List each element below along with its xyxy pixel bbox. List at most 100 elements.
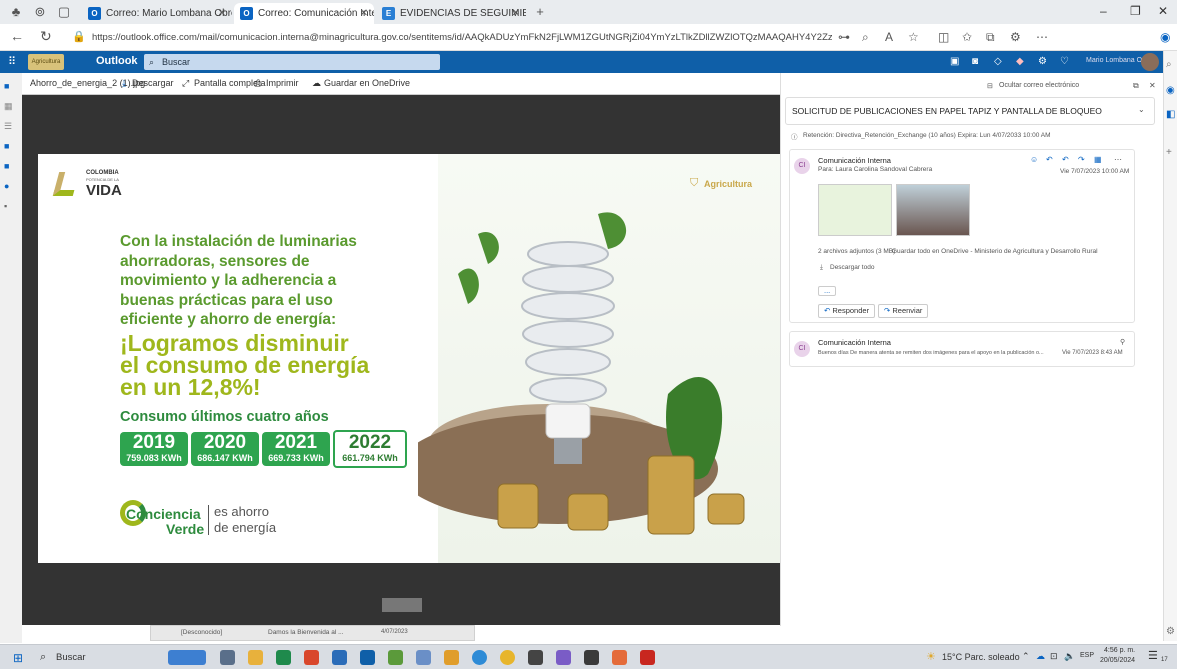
close-tab-icon[interactable]: ✕ <box>512 3 520 24</box>
excel-task-icon[interactable] <box>276 650 291 665</box>
volume-icon[interactable]: 🔈 <box>1064 651 1075 662</box>
download-icon[interactable]: ⤓ <box>122 78 126 89</box>
minimize-icon[interactable]: – <box>1100 4 1107 18</box>
meet-now-icon[interactable]: ▣ <box>950 56 959 67</box>
calendar-icon[interactable]: ▦ <box>4 101 17 111</box>
message-card-2[interactable]: CI Comunicación Interna Buenos días De m… <box>789 331 1135 367</box>
popout-icon[interactable]: ⧉ <box>1133 81 1139 91</box>
firefox-icon[interactable] <box>612 650 627 665</box>
refresh-icon[interactable]: ↻ <box>40 28 52 45</box>
copilot-icon[interactable]: ◉ <box>1160 30 1170 44</box>
more-icon[interactable]: ⋯ <box>1036 30 1048 44</box>
notifications-icon[interactable]: ◆ <box>1016 56 1024 67</box>
lock-icon[interactable]: 🔒 <box>72 30 86 43</box>
user-avatar[interactable] <box>1141 53 1159 71</box>
outlook-sidebar-icon[interactable]: ◧ <box>1166 109 1175 120</box>
clock-time[interactable]: 4:56 p. m. <box>1104 647 1135 654</box>
favorite-star-icon[interactable]: ☆ <box>908 30 919 44</box>
todo-icon[interactable]: ◇ <box>994 56 1002 67</box>
tab-actions-icon[interactable]: ▢ <box>56 4 72 20</box>
photos-icon[interactable] <box>388 650 403 665</box>
hide-email-icon[interactable]: ⊟ <box>987 82 993 90</box>
outlook-app-icon[interactable] <box>360 650 375 665</box>
powerpoint-task-icon[interactable] <box>304 650 319 665</box>
attachment-thumbnail-2[interactable] <box>896 184 970 236</box>
show-more-button[interactable]: ... <box>818 286 837 296</box>
image-thumbnail[interactable] <box>382 598 422 612</box>
app-icon[interactable] <box>584 650 599 665</box>
forward-button[interactable]: ↷ Reenviar <box>878 304 929 318</box>
message-card-1[interactable]: CI Comunicación Interna Para: Laura Caro… <box>789 149 1135 323</box>
restore-icon[interactable]: ❐ <box>1130 4 1141 18</box>
chrome-icon[interactable] <box>500 650 515 665</box>
workspaces-icon[interactable]: ⊚ <box>32 4 48 20</box>
edge-icon[interactable] <box>472 650 487 665</box>
expand-subject-icon[interactable]: ⌄ <box>1138 105 1145 114</box>
app-launcher-icon[interactable]: ⠿ <box>8 55 16 68</box>
taskbar-search[interactable]: Buscar <box>56 652 86 663</box>
network-icon[interactable]: ⊡ <box>1050 651 1058 662</box>
onedrive-tray-icon[interactable]: ☁ <box>1036 651 1045 662</box>
hide-email-button[interactable]: Ocultar correo electrónico <box>999 82 1079 89</box>
emoji-icon[interactable]: ☺ <box>1030 155 1038 164</box>
settings-icon[interactable]: ⚙ <box>1038 56 1047 67</box>
weather-text[interactable]: 15°C Parc. soleado <box>942 652 1020 662</box>
fullscreen-icon[interactable]: ⤢ <box>182 78 189 89</box>
word-task-icon[interactable] <box>332 650 347 665</box>
app-name[interactable]: Outlook <box>96 55 138 67</box>
tray-overflow-icon[interactable]: ⌃ <box>1022 651 1030 662</box>
close-tab-icon[interactable]: ✕ <box>360 3 368 24</box>
download-all[interactable]: Descargar todo <box>830 264 874 271</box>
add-sidebar-icon[interactable]: + <box>1166 147 1172 158</box>
word-icon[interactable]: ■ <box>4 141 17 151</box>
taskbar-search-icon[interactable]: ⌕ <box>40 651 46 664</box>
read-aloud-icon[interactable]: A <box>885 30 893 44</box>
save-onedrive-button[interactable]: Guardar en OneDrive <box>324 78 410 88</box>
collections-icon[interactable]: ⧉ <box>986 30 995 45</box>
reply-icon[interactable]: ↶ <box>1046 155 1053 164</box>
search-input[interactable]: ⌕ Buscar <box>144 54 440 70</box>
people-icon[interactable]: ☰ <box>4 121 17 131</box>
search-sidebar-icon[interactable]: ⌕ <box>1166 59 1172 70</box>
cloud-icon[interactable]: ☁ <box>312 78 321 89</box>
teams-share-icon[interactable]: ▦ <box>1094 155 1102 164</box>
print-button[interactable]: Imprimir <box>266 78 299 88</box>
reply-all-icon[interactable]: ↶ <box>1062 155 1069 164</box>
split-screen-icon[interactable]: ◫ <box>938 30 949 44</box>
reply-button[interactable]: ↶ Responder <box>818 304 876 318</box>
close-window-icon[interactable]: ✕ <box>1158 4 1168 18</box>
language-indicator[interactable]: ESP <box>1080 652 1094 659</box>
app-available-icon[interactable]: ⊶ <box>838 30 850 44</box>
tab-mario-mail[interactable]: O Correo: Mario Lombana Obregó ✕ <box>82 3 232 24</box>
favorites-icon[interactable]: ✩ <box>962 30 972 44</box>
new-tab-icon[interactable]: + <box>532 4 548 20</box>
url-field[interactable]: https://outlook.office.com/mail/comunica… <box>92 28 832 47</box>
back-icon[interactable]: ← <box>10 28 24 44</box>
save-all-onedrive[interactable]: Guardar todo en OneDrive - Ministerio de… <box>892 248 1098 255</box>
tips-icon[interactable]: ♡ <box>1060 56 1069 67</box>
profile-icon[interactable]: ♣ <box>8 4 24 20</box>
download-button[interactable]: Descargar <box>132 78 174 88</box>
excel-icon[interactable]: ■ <box>4 161 17 171</box>
file-explorer-icon[interactable] <box>248 650 263 665</box>
download-all-icon[interactable]: ⤓ <box>820 264 823 272</box>
more-actions-icon[interactable]: ⋯ <box>1114 155 1122 164</box>
teams-task-icon[interactable] <box>556 650 571 665</box>
extensions-icon[interactable]: ⚙ <box>1010 30 1021 44</box>
more-apps-icon[interactable]: ▪ <box>4 201 17 211</box>
zoom-icon[interactable]: ⌕ <box>862 30 869 45</box>
forward-icon[interactable]: ↷ <box>1078 155 1085 164</box>
onedrive-icon[interactable]: ● <box>4 181 17 191</box>
attachment-thumbnail-1[interactable] <box>818 184 892 236</box>
outlook-task-icon[interactable] <box>168 650 206 665</box>
clock-date[interactable]: 20/05/2024 <box>1100 657 1135 664</box>
sidebar-settings-icon[interactable]: ⚙ <box>1166 626 1175 637</box>
print-icon[interactable]: ⎙ <box>254 78 261 89</box>
start-icon[interactable]: ⊞ <box>13 651 23 665</box>
close-tab-icon[interactable]: ✕ <box>218 3 226 24</box>
maps-icon[interactable] <box>416 650 431 665</box>
teams-icon[interactable]: ◙ <box>972 56 978 67</box>
paint-icon[interactable] <box>444 650 459 665</box>
tab-comunicacion-interna[interactable]: O Correo: Comunicación Interna - ✕ <box>234 3 374 24</box>
copilot-sidebar-icon[interactable]: ◉ <box>1166 85 1175 96</box>
